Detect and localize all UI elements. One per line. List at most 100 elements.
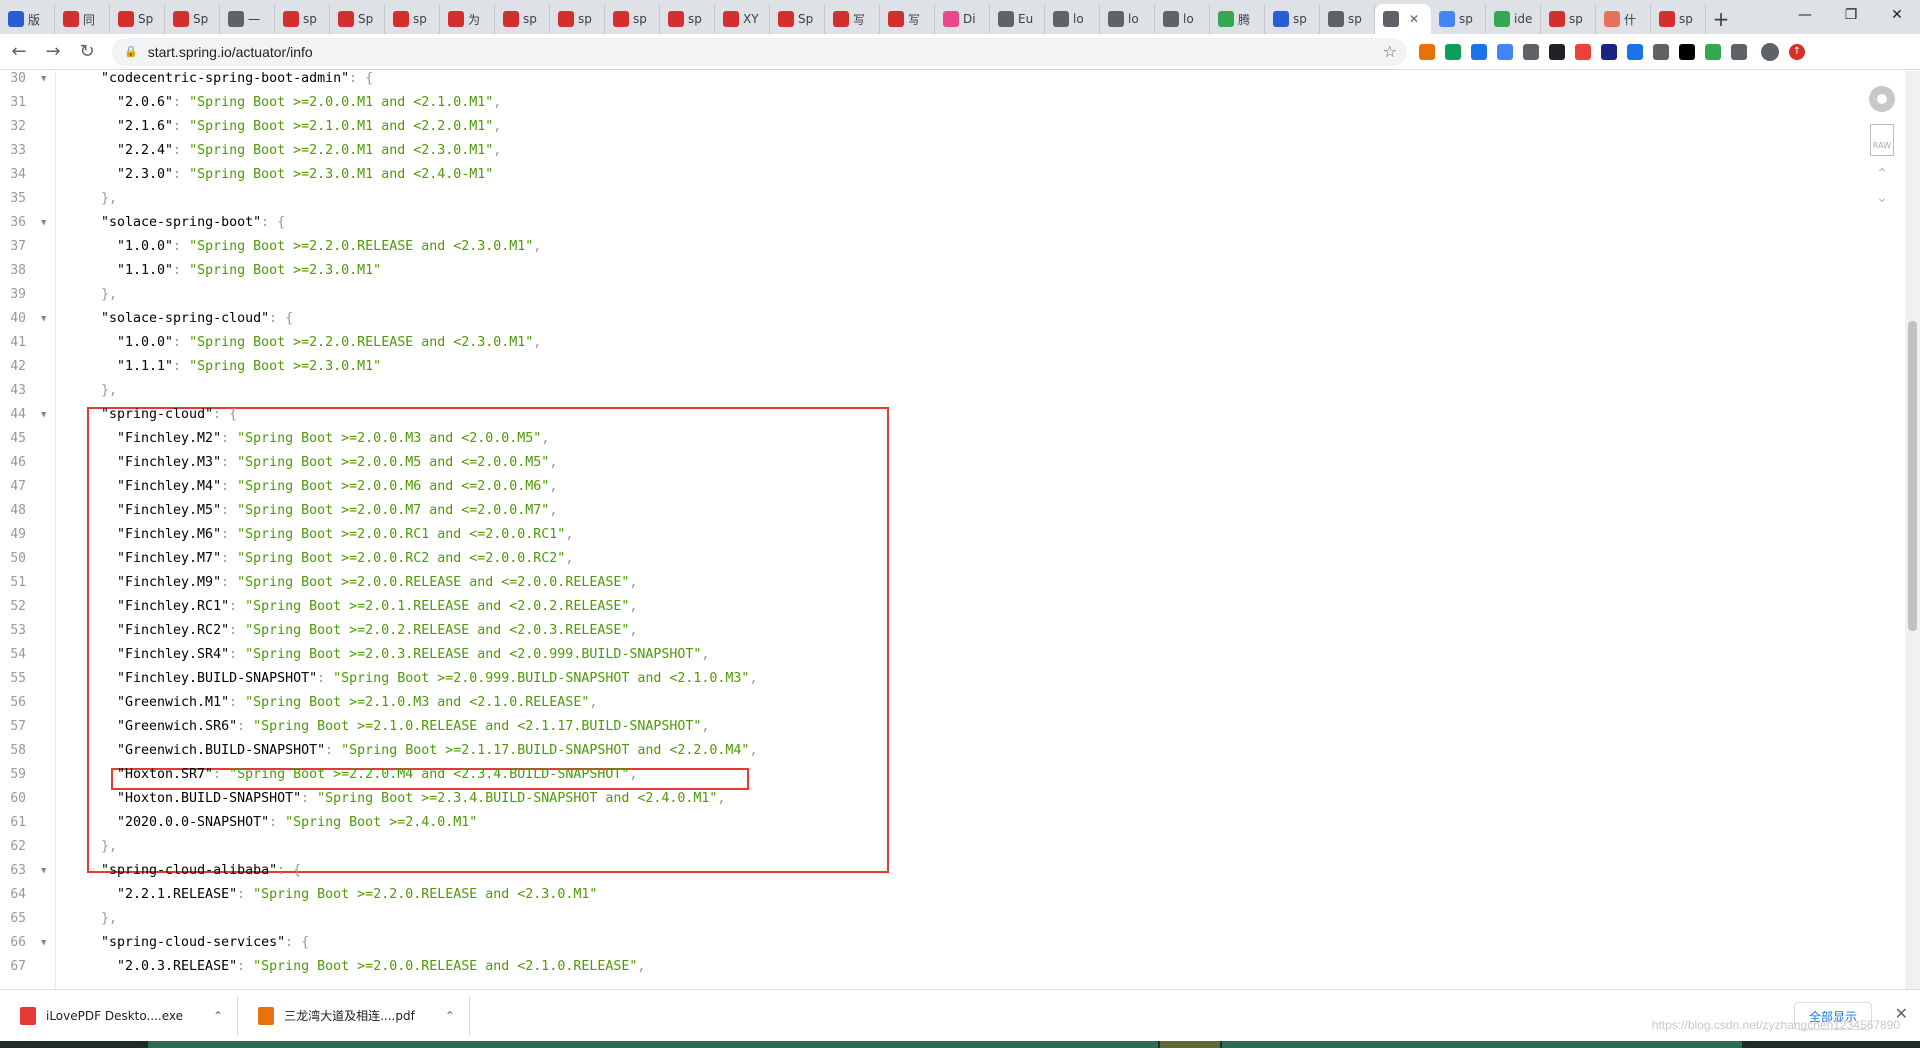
extension-icon[interactable] <box>1471 43 1487 60</box>
code-line: 46 "Finchley.M3": "Spring Boot >=2.0.0.M5… <box>0 451 1880 475</box>
browser-tab[interactable]: Sp <box>330 4 385 34</box>
browser-tab[interactable]: 腾 <box>1210 4 1265 34</box>
baidu-icon <box>1273 11 1289 27</box>
download-item[interactable]: 三龙湾大道及相连....pdf ⌃ <box>238 995 470 1036</box>
extension-icon[interactable] <box>1601 43 1617 60</box>
scrollbar-thumb[interactable] <box>1908 321 1917 631</box>
browser-tab[interactable]: Sp <box>110 4 165 34</box>
json-key: "Finchley.M3" <box>117 455 222 470</box>
browser-tab[interactable]: sp <box>1651 4 1706 34</box>
browser-tab[interactable]: lo <box>1155 4 1210 34</box>
download-item[interactable]: iLovePDF Deskto....exe ⌃ <box>0 995 239 1036</box>
translate-icon <box>1328 11 1344 27</box>
browser-tab[interactable]: 写 <box>825 4 880 34</box>
code-text: "Hoxton.SR7": "Spring Boot >=2.2.0.M4 an… <box>117 763 637 787</box>
browser-tab[interactable]: XY <box>715 4 770 34</box>
line-number: 32 <box>10 119 26 134</box>
code-line: 65}, <box>0 907 1880 931</box>
extension-icon[interactable] <box>1705 43 1721 60</box>
browser-tab[interactable]: Di <box>935 4 990 34</box>
extension-icon[interactable] <box>1627 43 1643 60</box>
browser-tab[interactable]: sp <box>385 4 440 34</box>
browser-tab[interactable]: ide <box>1486 4 1541 34</box>
chevron-down-icon[interactable]: ⌄ <box>1876 191 1888 205</box>
extension-icon[interactable] <box>1497 43 1513 60</box>
browser-tab[interactable]: sp <box>1265 4 1320 34</box>
chevron-up-icon[interactable]: ⌃ <box>1876 167 1888 181</box>
code-text: "2.0.6": "Spring Boot >=2.0.0.M1 and <2.… <box>117 91 501 115</box>
bookmark-star-icon[interactable]: ☆ <box>1383 42 1397 61</box>
code-text: "2020.0.0-SNAPSHOT": "Spring Boot >=2.4.… <box>117 811 477 835</box>
browser-tab[interactable]: 一 <box>220 4 275 34</box>
browser-tab[interactable]: sp <box>605 4 660 34</box>
extension-icon[interactable] <box>1731 43 1747 60</box>
line-number: 49 <box>10 527 26 542</box>
json-string: "Spring Boot >=2.1.17.BUILD-SNAPSHOT and… <box>341 743 750 758</box>
download-menu-chevron-icon[interactable]: ⌃ <box>445 1009 455 1023</box>
settings-gear-icon[interactable] <box>1869 86 1895 112</box>
browser-tab[interactable]: sp <box>550 4 605 34</box>
vertical-scrollbar[interactable] <box>1905 71 1920 989</box>
new-tab-button[interactable]: + <box>1706 4 1736 34</box>
browser-tab[interactable]: sp <box>495 4 550 34</box>
code-line: 39}, <box>0 283 1880 307</box>
csdn-icon <box>1549 11 1565 27</box>
browser-tab[interactable]: sp <box>1320 4 1375 34</box>
extension-icon[interactable] <box>1549 43 1565 60</box>
browser-tab[interactable]: 版 <box>0 4 55 34</box>
json-key: "Finchley.BUILD-SNAPSHOT" <box>117 671 318 686</box>
code-text: "2.0.3.RELEASE": "Spring Boot >=2.0.0.RE… <box>117 955 645 979</box>
browser-tab[interactable]: lo <box>1045 4 1100 34</box>
code-text: "Greenwich.M1": "Spring Boot >=2.1.0.M3 … <box>117 691 597 715</box>
json-punct: , <box>549 455 558 470</box>
browser-tab[interactable]: 同 <box>55 4 110 34</box>
browser-tab[interactable]: Sp <box>770 4 825 34</box>
globe-icon <box>1163 11 1179 27</box>
browser-tab[interactable]: ✕ <box>1375 4 1431 34</box>
browser-tab[interactable]: 写 <box>880 4 935 34</box>
browser-tab[interactable]: Sp <box>165 4 220 34</box>
fold-toggle-icon[interactable]: ▼ <box>41 307 46 331</box>
back-button[interactable]: ← <box>4 37 34 67</box>
profile-avatar[interactable] <box>1761 42 1779 61</box>
download-menu-chevron-icon[interactable]: ⌃ <box>213 1009 223 1023</box>
code-line: 31 "2.0.6": "Spring Boot >=2.0.0.M1 and <… <box>0 91 1880 115</box>
update-icon[interactable]: ↑ <box>1789 43 1805 60</box>
line-number: 40 <box>10 311 26 326</box>
browser-tab[interactable]: 什 <box>1596 4 1651 34</box>
browser-tab[interactable]: sp <box>1431 4 1486 34</box>
code-text: "1.1.0": "Spring Boot >=2.3.0.M1" <box>117 259 381 283</box>
fold-toggle-icon[interactable]: ▼ <box>41 211 46 235</box>
close-window-button[interactable]: ✕ <box>1874 0 1920 30</box>
fold-toggle-icon[interactable]: ▼ <box>41 931 46 955</box>
browser-tab[interactable]: sp <box>1541 4 1596 34</box>
json-key: "1.1.0" <box>117 263 174 278</box>
json-punct: , <box>549 503 558 518</box>
forward-button[interactable]: → <box>38 37 68 67</box>
fold-toggle-icon[interactable]: ▼ <box>41 71 46 91</box>
extension-icon[interactable] <box>1653 43 1669 60</box>
extension-icon[interactable] <box>1419 43 1435 60</box>
browser-tab[interactable]: sp <box>275 4 330 34</box>
maximize-button[interactable]: ❐ <box>1828 0 1874 30</box>
extension-icon[interactable] <box>1445 43 1461 60</box>
browser-tab[interactable]: sp <box>660 4 715 34</box>
url-text[interactable]: start.spring.io/actuator/info <box>148 44 1383 60</box>
browser-tab[interactable]: lo <box>1100 4 1155 34</box>
browser-tab[interactable]: 为 <box>440 4 495 34</box>
fold-toggle-icon[interactable]: ▼ <box>41 859 46 883</box>
close-tab-icon[interactable]: ✕ <box>1409 12 1419 26</box>
minimize-button[interactable]: — <box>1782 0 1828 30</box>
browser-tab[interactable]: Eu <box>990 4 1045 34</box>
address-bar[interactable]: 🔒 start.spring.io/actuator/info ☆ <box>112 37 1407 66</box>
extension-icon[interactable] <box>1523 43 1539 60</box>
fold-toggle-icon[interactable]: ▼ <box>41 403 46 427</box>
extension-icon[interactable] <box>1575 43 1591 60</box>
extension-icon[interactable] <box>1679 43 1695 60</box>
reload-button[interactable]: ↻ <box>72 37 102 67</box>
line-number: 35 <box>10 191 26 206</box>
raw-view-button[interactable]: RAW <box>1870 124 1894 156</box>
json-punct: : <box>173 359 190 374</box>
code-line: 52 "Finchley.RC1": "Spring Boot >=2.0.1.R… <box>0 595 1880 619</box>
tab-label: sp <box>1459 12 1473 26</box>
